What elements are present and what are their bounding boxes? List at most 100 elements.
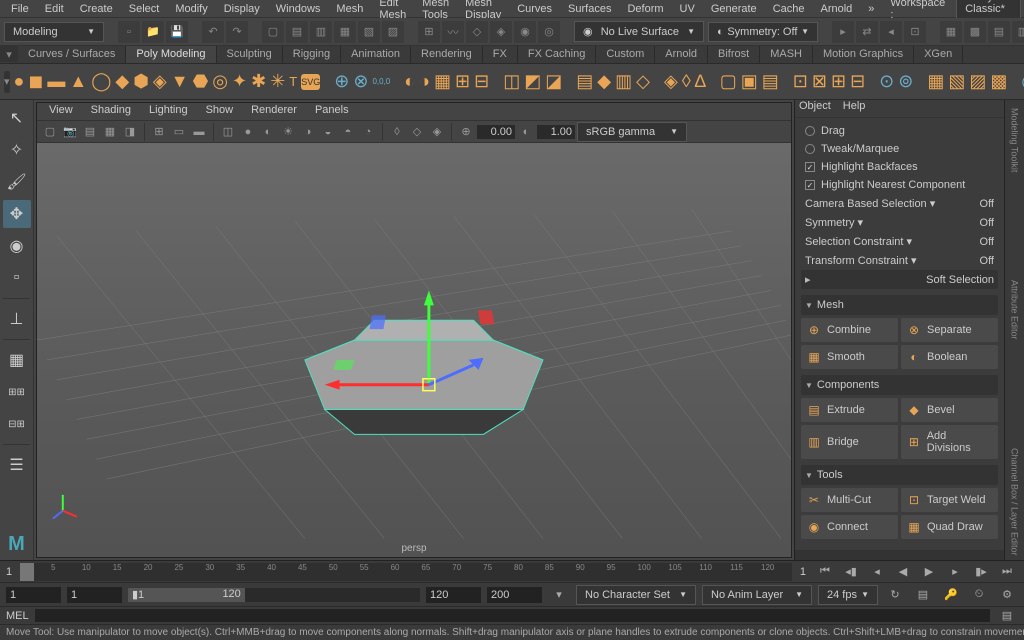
pm-show[interactable]: Show — [198, 103, 242, 120]
construction-icon[interactable]: ⊡ — [904, 21, 926, 43]
range-bar[interactable]: ▮1120 — [128, 588, 420, 602]
symmetry-opt[interactable]: Symmetry ▾Off — [801, 213, 998, 232]
uv2-icon[interactable]: ▧ — [948, 67, 965, 97]
soft-selection[interactable]: ▸ Soft Selection — [801, 270, 998, 289]
pt-bookmark[interactable]: ▤ — [81, 123, 99, 141]
range-anim-start[interactable]: 1 — [6, 587, 61, 603]
poly-pipe-icon[interactable]: ◎ — [212, 67, 228, 97]
render-icon[interactable]: ▦ — [940, 21, 962, 43]
menu-windows[interactable]: Windows — [269, 2, 328, 16]
menu-edit[interactable]: Edit — [38, 2, 71, 16]
connect-icon[interactable]: ∆ — [695, 67, 706, 97]
svg-icon[interactable]: SVG — [301, 74, 320, 90]
menu-curves[interactable]: Curves — [510, 2, 559, 16]
pt-exp[interactable]: ⊕ — [457, 123, 475, 141]
drag-mode[interactable]: Drag — [801, 122, 998, 140]
rb-key-icon[interactable]: 🔑 — [940, 587, 962, 603]
sel-multi-icon[interactable]: ▨ — [382, 21, 404, 43]
selection-constraint[interactable]: Selection Constraint ▾Off — [801, 232, 998, 251]
play-fwd[interactable]: ▶ — [918, 564, 940, 580]
tool-targetweld[interactable]: ⊡Target Weld — [901, 488, 998, 512]
poly-sphere-icon[interactable]: ● — [14, 67, 25, 97]
poly-disc-icon[interactable]: ⬢ — [133, 67, 149, 97]
ext2-icon[interactable]: ◩ — [524, 67, 541, 97]
script-editor-icon[interactable]: ▤ — [996, 608, 1018, 624]
uv3-icon[interactable]: ▨ — [969, 67, 986, 97]
time-ruler[interactable]: 5101520253035404550556065707580859095100… — [20, 563, 792, 581]
uv1-icon[interactable]: ▦ — [927, 67, 944, 97]
section-components[interactable]: Components — [801, 375, 998, 395]
layout-four-icon[interactable]: ⊞⊞ — [3, 378, 31, 406]
ml1-icon[interactable]: ⊡ — [793, 67, 808, 97]
camera-based-sel[interactable]: Camera Based Selection ▾Off — [801, 194, 998, 213]
comp-bevel[interactable]: ◆Bevel — [901, 398, 998, 422]
pt-xray[interactable]: ◇ — [408, 123, 426, 141]
character-set[interactable]: No Character Set▼ — [576, 585, 696, 605]
shelf-tab-curves[interactable]: Curves / Surfaces — [18, 46, 126, 63]
menu-create[interactable]: Create — [73, 2, 120, 16]
shelf-edit-icon[interactable]: ▾ — [4, 71, 10, 93]
snap-point-icon[interactable]: ◇ — [466, 21, 488, 43]
shelf-tab-arnold[interactable]: Arnold — [655, 46, 708, 63]
mirror-icon[interactable]: 0,0,0 — [372, 67, 390, 97]
menu-select[interactable]: Select — [122, 2, 167, 16]
pt-xj[interactable]: ◈ — [428, 123, 446, 141]
snap-live-icon[interactable]: ◉ — [514, 21, 536, 43]
sel-uv-icon[interactable]: ▧ — [358, 21, 380, 43]
ml2-icon[interactable]: ⊠ — [812, 67, 827, 97]
shelf-tab-bifrost[interactable]: Bifrost — [708, 46, 760, 63]
pt-lights[interactable]: ☀ — [279, 123, 297, 141]
save-scene-icon[interactable]: 💾 — [166, 21, 188, 43]
prev-key[interactable]: ◂▮ — [840, 564, 862, 580]
menu-modify[interactable]: Modify — [168, 2, 214, 16]
rb-loop-icon[interactable]: ↻ — [884, 587, 906, 603]
bevel-icon[interactable]: ◆ — [597, 67, 611, 97]
lasso-tool[interactable]: ✧ — [3, 136, 31, 164]
pt-ao[interactable]: ◒ — [319, 123, 337, 141]
poly-torus-icon[interactable]: ◯ — [91, 67, 111, 97]
redo-icon[interactable]: ↷ — [226, 21, 248, 43]
tweak-mode[interactable]: Tweak/Marquee — [801, 140, 998, 158]
targetweld-icon[interactable]: ◊ — [682, 67, 691, 97]
snap-view-icon[interactable]: ◎ — [538, 21, 560, 43]
sculpt-grab-icon[interactable]: ⊙ — [879, 67, 894, 97]
pt-textured[interactable]: ◐ — [259, 123, 277, 141]
pm-lighting[interactable]: Lighting — [141, 103, 196, 120]
pt-film-gate[interactable]: ▭ — [170, 123, 188, 141]
pm-panels[interactable]: Panels — [307, 103, 357, 120]
boolean-icon[interactable]: ◑ — [419, 67, 430, 97]
highlight-backfaces[interactable]: ✓Highlight Backfaces — [801, 158, 998, 176]
shelf-tab-animation[interactable]: Animation — [341, 46, 411, 63]
next-key[interactable]: ▮▸ — [970, 564, 992, 580]
shelf-tab-fx[interactable]: FX — [483, 46, 518, 63]
menu-uv[interactable]: UV — [673, 2, 702, 16]
section-mesh[interactable]: Mesh — [801, 295, 998, 315]
layout-collapse-icon[interactable]: ☰ — [3, 451, 31, 479]
sculpt-smooth-icon[interactable]: ⊚ — [898, 67, 913, 97]
cg-in-icon[interactable]: ▸ — [832, 21, 854, 43]
snap-plane-icon[interactable]: ◈ — [490, 21, 512, 43]
rp-scrollbar[interactable] — [795, 550, 1004, 560]
menu-overflow[interactable]: » — [861, 2, 881, 16]
rb-pref-icon[interactable]: ⏲ — [968, 587, 990, 603]
tab-attribute-editor[interactable]: Attribute Editor — [1008, 276, 1022, 344]
highlight-nearest[interactable]: ✓Highlight Nearest Component — [801, 176, 998, 194]
pm-shading[interactable]: Shading — [83, 103, 139, 120]
range-anim-end[interactable]: 200 — [487, 587, 542, 603]
poly-plane-icon[interactable]: ◆ — [115, 67, 129, 97]
plat-solids-icon[interactable]: ◈ — [153, 67, 167, 97]
rb-anim-icon[interactable]: ⚙ — [996, 587, 1018, 603]
cmd-input[interactable] — [35, 609, 990, 622]
shelf-tab-mash[interactable]: MASH — [760, 46, 813, 63]
menu-surfaces[interactable]: Surfaces — [561, 2, 618, 16]
playhead[interactable] — [20, 563, 34, 581]
shelf-tab-mograph[interactable]: Motion Graphics — [813, 46, 914, 63]
tab-channel-box[interactable]: Channel Box / Layer Editor — [1008, 444, 1022, 560]
pt-smooth[interactable]: ● — [239, 123, 257, 141]
poly-cylinder-icon[interactable]: ▬ — [47, 67, 65, 97]
cmd-lang[interactable]: MEL — [6, 610, 29, 622]
step-fwd[interactable]: ▸ — [944, 564, 966, 580]
last-tool[interactable]: ⊥ — [3, 305, 31, 333]
pt-iso[interactable]: ◊ — [388, 123, 406, 141]
extrude-icon[interactable]: ▤ — [576, 67, 593, 97]
